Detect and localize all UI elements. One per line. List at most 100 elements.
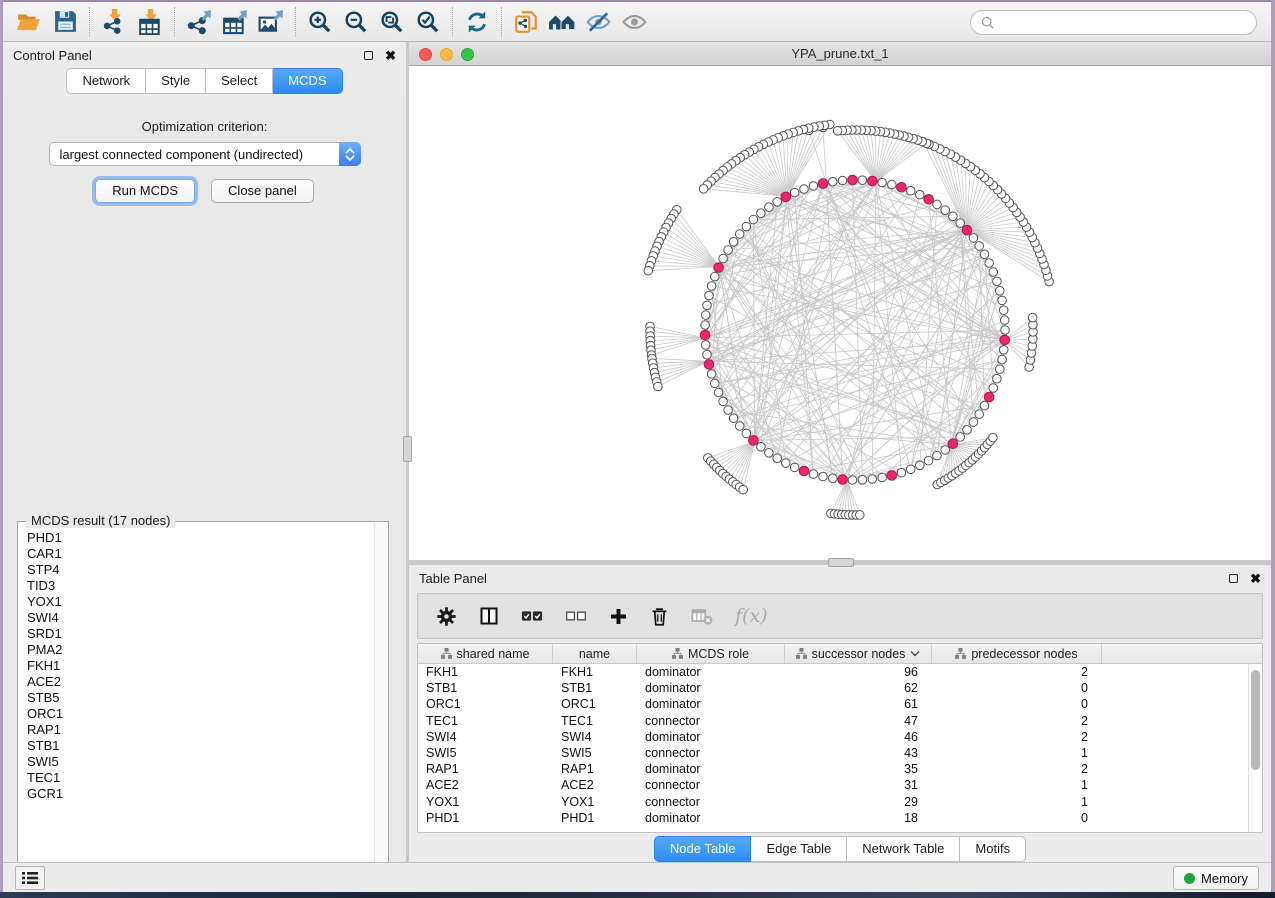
- mcds-result-item[interactable]: FKH1: [27, 658, 374, 674]
- mcds-result-item[interactable]: PMA2: [27, 642, 374, 658]
- table-cell[interactable]: 43: [785, 746, 932, 760]
- mcds-result-item[interactable]: ORC1: [27, 706, 374, 722]
- table-cell[interactable]: connector: [637, 795, 785, 809]
- task-history-button[interactable]: [15, 866, 45, 890]
- zoom-selected-button[interactable]: [410, 5, 446, 39]
- show-all-button[interactable]: [616, 5, 652, 39]
- zoom-fit-button[interactable]: [374, 5, 410, 39]
- table-cell[interactable]: 35: [785, 762, 932, 776]
- table-cell[interactable]: STB1: [418, 681, 553, 695]
- table-row[interactable]: SWI4SWI4dominator462: [418, 729, 1248, 745]
- tab-mcds[interactable]: MCDS: [273, 68, 342, 94]
- horizontal-splitter-handle[interactable]: [828, 558, 854, 567]
- search-input[interactable]: [1001, 15, 1246, 30]
- table-cell[interactable]: 47: [785, 714, 932, 728]
- open-file-button[interactable]: [11, 5, 47, 39]
- table-cell[interactable]: 0: [932, 697, 1102, 711]
- table-row[interactable]: TEC1TEC1connector472: [418, 713, 1248, 729]
- table-cell[interactable]: YOX1: [553, 795, 637, 809]
- hide-selected-button[interactable]: [580, 5, 616, 39]
- memory-button[interactable]: Memory: [1173, 866, 1259, 890]
- table-cell[interactable]: YOX1: [418, 795, 553, 809]
- table-cell[interactable]: dominator: [637, 762, 785, 776]
- column-header-name[interactable]: name: [553, 644, 637, 663]
- table-row[interactable]: PHD1PHD1dominator180: [418, 810, 1248, 826]
- table-settings-button[interactable]: [436, 606, 457, 627]
- mcds-result-item[interactable]: ACE2: [27, 674, 374, 690]
- criterion-dropdown[interactable]: largest connected component (undirected): [49, 142, 361, 166]
- table-cell[interactable]: dominator: [637, 811, 785, 825]
- table-cell[interactable]: SWI4: [418, 730, 553, 744]
- table-scrollbar-thumb[interactable]: [1251, 670, 1260, 770]
- run-mcds-button[interactable]: Run MCDS: [95, 179, 195, 203]
- tab-edge-table[interactable]: Edge Table: [751, 836, 847, 862]
- table-row[interactable]: ORC1ORC1dominator610: [418, 696, 1248, 712]
- float-panel-icon[interactable]: [364, 51, 373, 60]
- table-cell[interactable]: dominator: [637, 665, 785, 679]
- table-cell[interactable]: FKH1: [553, 665, 637, 679]
- table-cell[interactable]: 31: [785, 778, 932, 792]
- mcds-result-item[interactable]: CAR1: [27, 546, 374, 562]
- mcds-result-item[interactable]: SWI4: [27, 610, 374, 626]
- mcds-result-list[interactable]: PHD1CAR1STP4TID3YOX1SWI4SRD1PMA2FKH1ACE2…: [19, 526, 374, 891]
- mcds-result-item[interactable]: PHD1: [27, 530, 374, 546]
- table-cell[interactable]: 18: [785, 811, 932, 825]
- table-cell[interactable]: 61: [785, 697, 932, 711]
- table-cell[interactable]: 62: [785, 681, 932, 695]
- table-scrollbar[interactable]: [1248, 664, 1262, 832]
- refresh-layout-button[interactable]: [459, 5, 495, 39]
- column-header-shared-name[interactable]: shared name: [418, 644, 553, 663]
- table-cell[interactable]: ACE2: [553, 778, 637, 792]
- mcds-result-item[interactable]: TID3: [27, 578, 374, 594]
- column-header-predecessor-nodes[interactable]: predecessor nodes: [932, 644, 1102, 663]
- table-cell[interactable]: ACE2: [418, 778, 553, 792]
- window-minimize-icon[interactable]: [440, 48, 453, 61]
- table-cell[interactable]: dominator: [637, 697, 785, 711]
- zoom-in-button[interactable]: [302, 5, 338, 39]
- table-cell[interactable]: 96: [785, 665, 932, 679]
- mcds-result-item[interactable]: SWI5: [27, 754, 374, 770]
- table-cell[interactable]: 0: [932, 681, 1102, 695]
- table-cell[interactable]: connector: [637, 746, 785, 760]
- tab-network[interactable]: Network: [66, 68, 146, 94]
- table-cell[interactable]: SWI5: [553, 746, 637, 760]
- table-cell[interactable]: 1: [932, 746, 1102, 760]
- show-columns-button[interactable]: [479, 606, 499, 626]
- tab-network-table[interactable]: Network Table: [847, 836, 960, 862]
- table-cell[interactable]: ORC1: [553, 697, 637, 711]
- table-cell[interactable]: connector: [637, 714, 785, 728]
- tab-node-table[interactable]: Node Table: [654, 836, 752, 862]
- import-network-button[interactable]: [96, 5, 132, 39]
- close-panel-icon[interactable]: ✖: [385, 49, 396, 62]
- mcds-result-item[interactable]: YOX1: [27, 594, 374, 610]
- table-cell[interactable]: STB1: [553, 681, 637, 695]
- network-window-titlebar[interactable]: YPA_prune.txt_1: [409, 42, 1271, 66]
- select-all-button[interactable]: [521, 607, 543, 625]
- table-cell[interactable]: 0: [932, 811, 1102, 825]
- table-cell[interactable]: ORC1: [418, 697, 553, 711]
- table-cell[interactable]: 1: [932, 795, 1102, 809]
- network-graph[interactable]: [409, 66, 1271, 560]
- tab-motifs[interactable]: Motifs: [960, 836, 1026, 862]
- table-cell[interactable]: FKH1: [418, 665, 553, 679]
- table-cell[interactable]: dominator: [637, 730, 785, 744]
- close-panel-button[interactable]: Close panel: [211, 179, 314, 203]
- search-box[interactable]: [970, 10, 1257, 35]
- duplicate-network-button[interactable]: [508, 5, 544, 39]
- table-cell[interactable]: connector: [637, 778, 785, 792]
- table-cell[interactable]: 46: [785, 730, 932, 744]
- import-table-button[interactable]: [132, 5, 168, 39]
- export-image-button[interactable]: [253, 5, 289, 39]
- mcds-result-item[interactable]: TEC1: [27, 770, 374, 786]
- column-header-MCDS-role[interactable]: MCDS role: [637, 644, 785, 663]
- table-cell[interactable]: RAP1: [418, 762, 553, 776]
- table-cell[interactable]: 2: [932, 730, 1102, 744]
- table-row[interactable]: SWI5SWI5connector431: [418, 745, 1248, 761]
- table-cell[interactable]: RAP1: [553, 762, 637, 776]
- zoom-out-button[interactable]: [338, 5, 374, 39]
- table-cell[interactable]: TEC1: [418, 714, 553, 728]
- table-cell[interactable]: 2: [932, 714, 1102, 728]
- save-session-button[interactable]: [47, 5, 83, 39]
- mcds-result-item[interactable]: RAP1: [27, 722, 374, 738]
- close-table-panel-icon[interactable]: ✖: [1250, 572, 1261, 585]
